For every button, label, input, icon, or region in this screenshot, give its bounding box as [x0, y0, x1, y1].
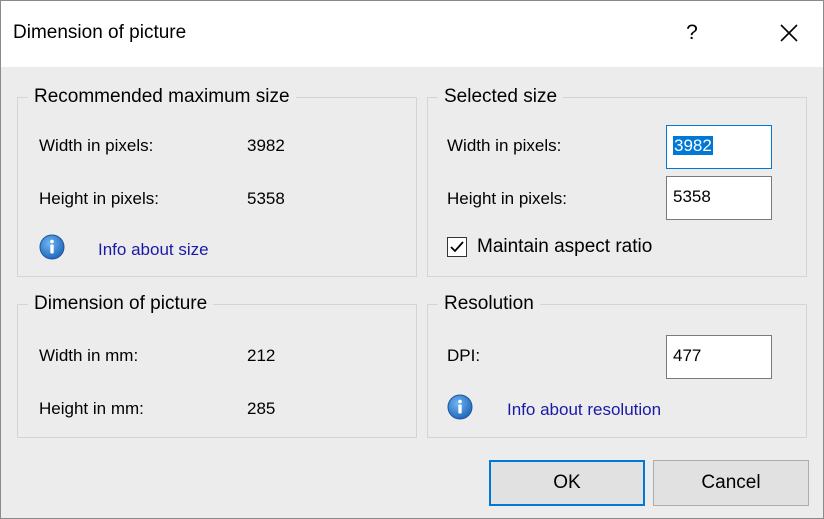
selected-size-legend: Selected size [438, 85, 564, 109]
close-icon [780, 24, 798, 42]
recommended-width-label: Width in pixels: [39, 136, 154, 155]
help-button[interactable]: ? [677, 17, 707, 49]
selected-width-label: Width in pixels: [447, 136, 562, 155]
recommended-height-value: 5358 [247, 189, 285, 208]
selected-height-input[interactable]: 5358 [666, 176, 772, 220]
info-icon [39, 234, 65, 260]
recommended-height-label: Height in pixels: [39, 189, 160, 208]
selected-width-value: 3982 [673, 136, 713, 155]
selected-height-label: Height in pixels: [447, 189, 568, 208]
selected-width-input[interactable]: 3982 [666, 125, 772, 169]
recommended-size-legend: Recommended maximum size [28, 85, 296, 109]
info-icon [447, 394, 473, 420]
info-about-resolution-link[interactable]: Info about resolution [507, 399, 661, 421]
recommended-size-group: Recommended maximum size [17, 85, 417, 277]
info-about-size-link[interactable]: Info about size [98, 239, 209, 261]
dimension-legend: Dimension of picture [28, 292, 214, 316]
dimension-width-label: Width in mm: [39, 346, 139, 365]
resolution-legend: Resolution [438, 292, 540, 316]
cancel-button[interactable]: Cancel [653, 460, 809, 506]
dimension-width-value: 212 [247, 346, 276, 365]
maintain-aspect-checkbox[interactable] [447, 237, 467, 257]
ok-button[interactable]: OK [489, 460, 645, 506]
recommended-width-value: 3982 [247, 136, 285, 155]
dimension-dialog: Dimension of picture ? Recommended maxim… [0, 0, 824, 519]
maintain-aspect-label[interactable]: Maintain aspect ratio [477, 235, 652, 259]
checkmark-icon [450, 241, 464, 253]
dialog-title: Dimension of picture [13, 22, 187, 43]
title-bar: Dimension of picture ? [1, 1, 823, 67]
dpi-input[interactable]: 477 [666, 335, 772, 379]
dpi-label: DPI: [447, 346, 481, 365]
close-button[interactable] [773, 17, 805, 49]
dimension-height-label: Height in mm: [39, 399, 144, 418]
dimension-height-value: 285 [247, 399, 276, 418]
